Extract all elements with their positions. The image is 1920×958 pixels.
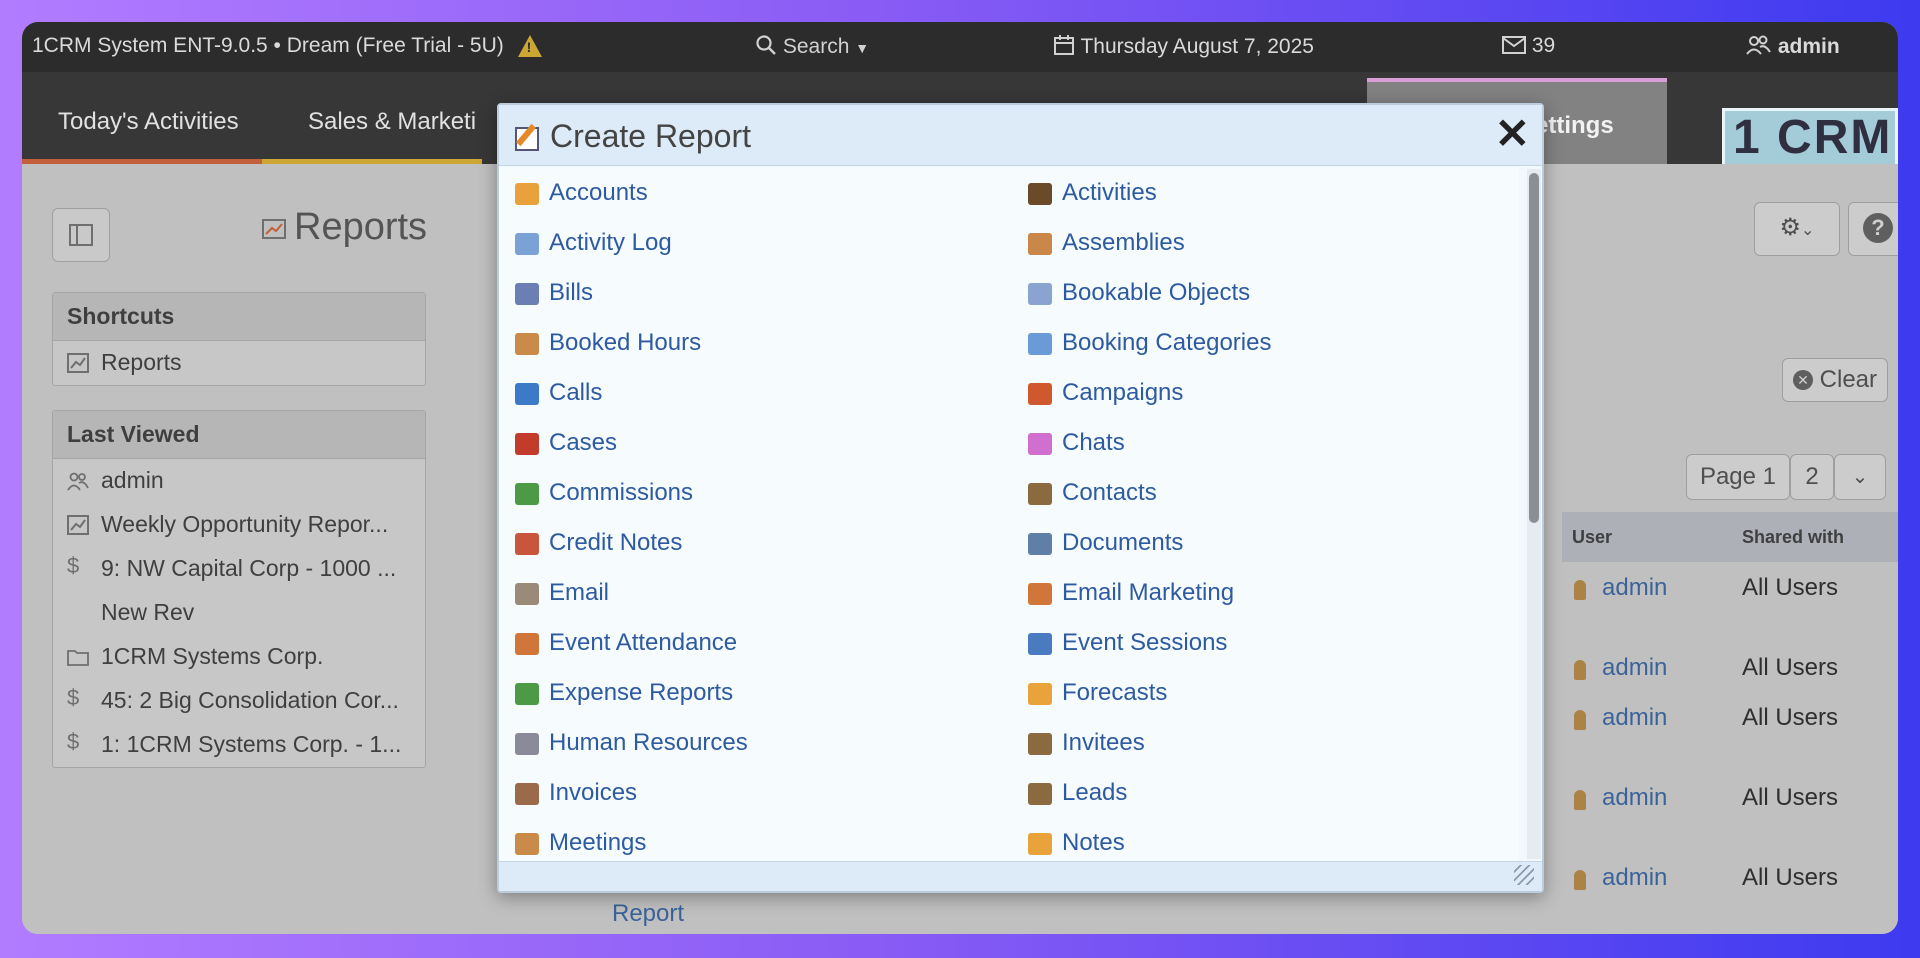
report-type-label: Chats <box>1062 429 1125 456</box>
scrollbar[interactable] <box>1527 169 1541 859</box>
report-type-label: Cases <box>549 429 618 456</box>
scrollbar-thumb[interactable] <box>1529 173 1539 523</box>
resize-grip-icon[interactable] <box>1514 865 1534 885</box>
campaigns-icon <box>1028 383 1052 405</box>
email-icon <box>515 583 539 605</box>
booking-categories-icon <box>1028 333 1052 355</box>
bookable-objects-icon <box>1028 283 1052 305</box>
dialog-header: Create Report ✕ <box>499 105 1542 166</box>
close-icon[interactable]: ✕ <box>1495 109 1530 158</box>
app-window: 1CRM System ENT-9.0.5 • Dream (Free Tria… <box>22 22 1898 934</box>
report-type-label: Leads <box>1062 779 1128 806</box>
assemblies-icon <box>1028 233 1052 255</box>
calls-icon <box>515 383 539 405</box>
report-type-label: Expense Reports <box>549 679 734 706</box>
event-attendance-icon <box>515 633 539 655</box>
invoices-icon <box>515 783 539 805</box>
report-type-label: Booked Hours <box>549 329 702 356</box>
commissions-icon <box>515 483 539 505</box>
cases-icon <box>515 433 539 455</box>
report-type-label: Invoices <box>549 779 638 806</box>
chats-icon <box>1028 433 1052 455</box>
expense-reports-icon <box>515 683 539 705</box>
report-type-label: Activities <box>1062 179 1157 206</box>
report-type-label: Activity Log <box>549 229 672 256</box>
event-sessions-icon <box>1028 633 1052 655</box>
activities-icon <box>1028 183 1052 205</box>
report-type-label: Event Sessions <box>1062 629 1228 656</box>
invitees-icon <box>1028 733 1052 755</box>
report-type-label: Event Attendance <box>549 629 738 656</box>
dialog-title: Create Report <box>550 118 751 154</box>
report-type-label: Calls <box>549 379 603 406</box>
human-resources-icon <box>515 733 539 755</box>
meetings-icon <box>515 833 539 855</box>
activity-log-icon <box>515 233 539 255</box>
report-type-label: Forecasts <box>1062 679 1168 706</box>
notes-icon <box>1028 833 1052 855</box>
dialog-footer <box>499 861 1542 891</box>
report-type-label: Meetings <box>549 829 647 856</box>
report-type-label: Booking Categories <box>1062 329 1272 356</box>
report-type-label: Invitees <box>1062 729 1145 756</box>
accounts-icon <box>515 183 539 205</box>
contacts-icon <box>1028 483 1052 505</box>
edit-report-icon <box>515 127 539 151</box>
report-type-label: Email <box>549 579 610 606</box>
credit-notes-icon <box>515 533 539 555</box>
documents-icon <box>1028 533 1052 555</box>
create-report-dialog: Create Report ✕ Accounts Activities Activi… <box>497 103 1544 893</box>
bills-icon <box>515 283 539 305</box>
report-type-label: Bills <box>549 279 594 306</box>
report-type-label: Email Marketing <box>1062 579 1235 606</box>
report-type-label: Assemblies <box>1062 229 1185 256</box>
report-type-label: Credit Notes <box>549 529 683 556</box>
report-type-list: Accounts Activities Activity Log Assemblies… <box>499 167 1519 861</box>
report-type-label: Notes <box>1062 829 1125 856</box>
report-type-label: Bookable Objects <box>1062 279 1251 306</box>
report-type-label: Human Resources <box>549 729 748 756</box>
report-type-label: Accounts <box>549 179 648 206</box>
booked-hours-icon <box>515 333 539 355</box>
report-type-label: Documents <box>1062 529 1184 556</box>
email-marketing-icon <box>1028 583 1052 605</box>
leads-icon <box>1028 783 1052 805</box>
report-type-label: Commissions <box>549 479 694 506</box>
forecasts-icon <box>1028 683 1052 705</box>
report-type-label: Contacts <box>1062 479 1157 506</box>
report-type-label: Campaigns <box>1062 379 1184 406</box>
